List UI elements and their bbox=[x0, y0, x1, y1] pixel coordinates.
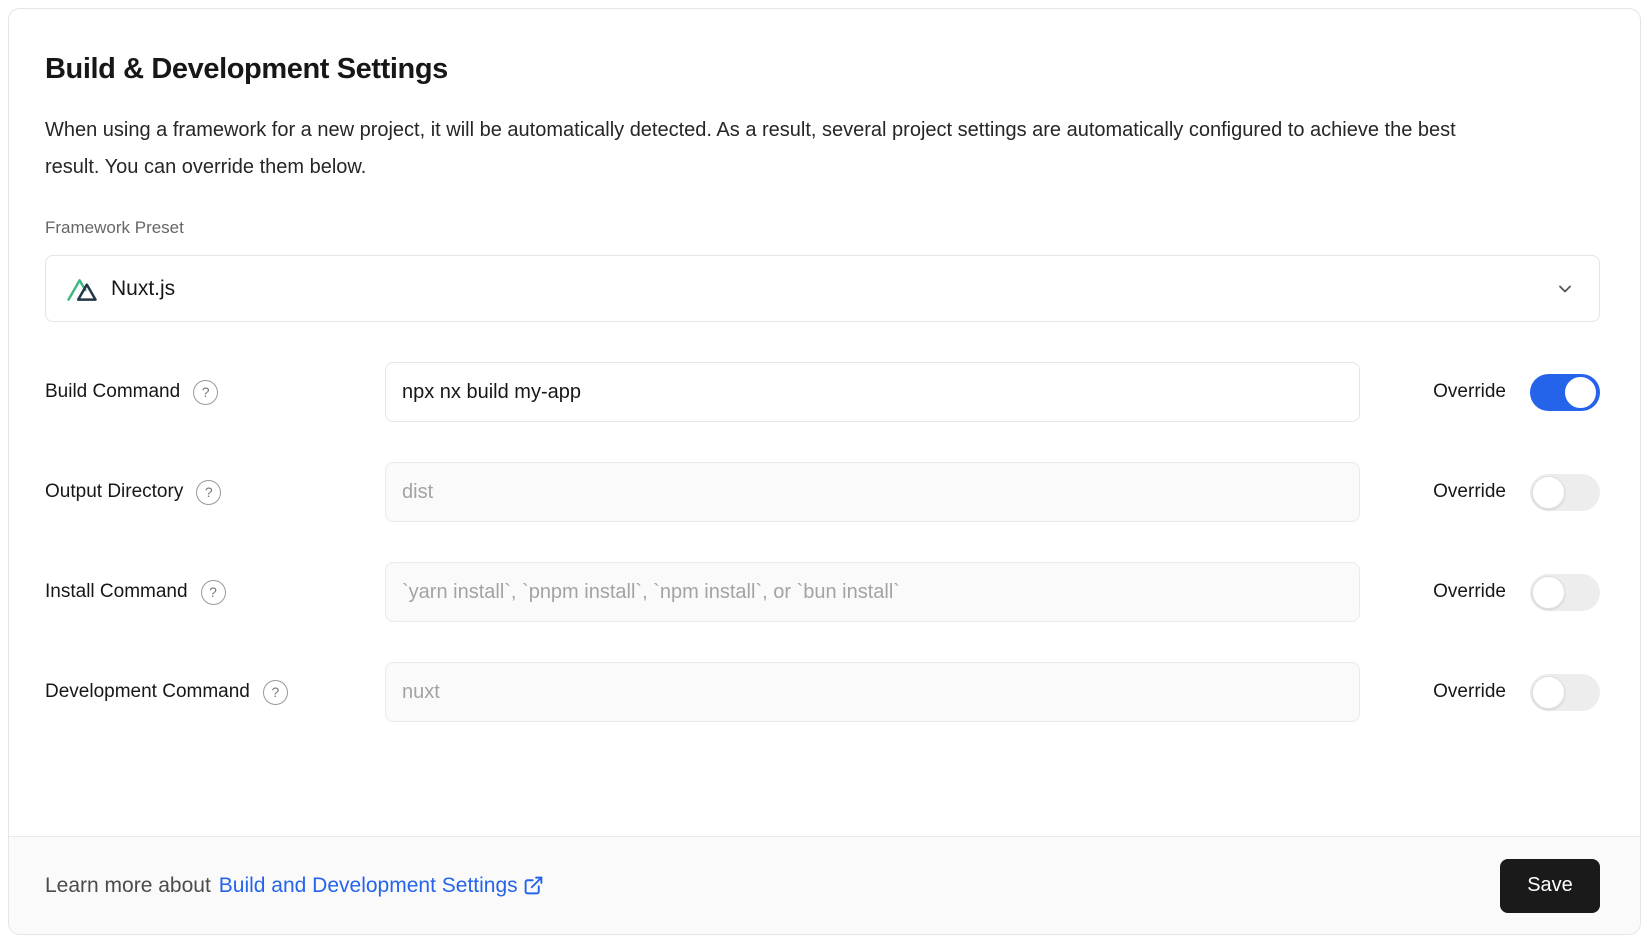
development-command-override-toggle[interactable] bbox=[1530, 674, 1600, 711]
override-label: Override bbox=[1433, 581, 1506, 603]
build-settings-docs-link[interactable]: Build and Development Settings bbox=[219, 874, 544, 898]
page-title: Build & Development Settings bbox=[45, 53, 1600, 86]
override-group: Override bbox=[1433, 374, 1600, 411]
help-icon[interactable]: ? bbox=[201, 580, 226, 605]
development-command-input bbox=[385, 662, 1360, 722]
toggle-knob bbox=[1532, 576, 1565, 609]
setting-row-install-command: Install Command ? Override bbox=[45, 562, 1600, 622]
output-directory-label-text: Output Directory bbox=[45, 481, 183, 503]
toggle-knob bbox=[1532, 476, 1565, 509]
nuxt-logo-icon bbox=[66, 276, 99, 302]
output-directory-input bbox=[385, 462, 1360, 522]
toggle-knob bbox=[1564, 376, 1597, 409]
setting-row-output-directory: Output Directory ? Override bbox=[45, 462, 1600, 522]
save-button[interactable]: Save bbox=[1500, 859, 1600, 913]
setting-row-build-command: Build Command ? Override bbox=[45, 362, 1600, 422]
framework-preset-select[interactable]: Nuxt.js bbox=[45, 255, 1600, 322]
override-label: Override bbox=[1433, 681, 1506, 703]
output-directory-label: Output Directory ? bbox=[45, 480, 385, 505]
override-label: Override bbox=[1433, 381, 1506, 403]
external-link-icon bbox=[523, 875, 544, 896]
install-command-input bbox=[385, 562, 1360, 622]
build-settings-card: Build & Development Settings When using … bbox=[8, 8, 1641, 935]
framework-selected-value: Nuxt.js bbox=[111, 277, 175, 301]
setting-row-development-command: Development Command ? Override bbox=[45, 662, 1600, 722]
output-directory-override-toggle[interactable] bbox=[1530, 474, 1600, 511]
learn-more-text: Learn more about Build and Development S… bbox=[45, 874, 544, 898]
build-command-label-text: Build Command bbox=[45, 381, 180, 403]
install-command-label-text: Install Command bbox=[45, 581, 188, 603]
settings-description: When using a framework for a new project… bbox=[45, 112, 1465, 186]
override-group: Override bbox=[1433, 474, 1600, 511]
card-footer: Learn more about Build and Development S… bbox=[9, 836, 1640, 934]
build-command-input[interactable] bbox=[385, 362, 1360, 422]
help-icon[interactable]: ? bbox=[196, 480, 221, 505]
install-command-override-toggle[interactable] bbox=[1530, 574, 1600, 611]
help-icon[interactable]: ? bbox=[263, 680, 288, 705]
development-command-label-text: Development Command bbox=[45, 681, 250, 703]
framework-preset-label: Framework Preset bbox=[45, 218, 1600, 238]
build-command-label: Build Command ? bbox=[45, 380, 385, 405]
toggle-knob bbox=[1532, 676, 1565, 709]
build-command-override-toggle[interactable] bbox=[1530, 374, 1600, 411]
docs-link-label: Build and Development Settings bbox=[219, 874, 518, 898]
install-command-label: Install Command ? bbox=[45, 580, 385, 605]
help-icon[interactable]: ? bbox=[193, 380, 218, 405]
card-body: Build & Development Settings When using … bbox=[9, 9, 1640, 836]
override-label: Override bbox=[1433, 481, 1506, 503]
chevron-down-icon bbox=[1555, 279, 1575, 299]
development-command-label: Development Command ? bbox=[45, 680, 385, 705]
override-group: Override bbox=[1433, 574, 1600, 611]
override-group: Override bbox=[1433, 674, 1600, 711]
learn-more-prefix: Learn more about bbox=[45, 874, 211, 898]
